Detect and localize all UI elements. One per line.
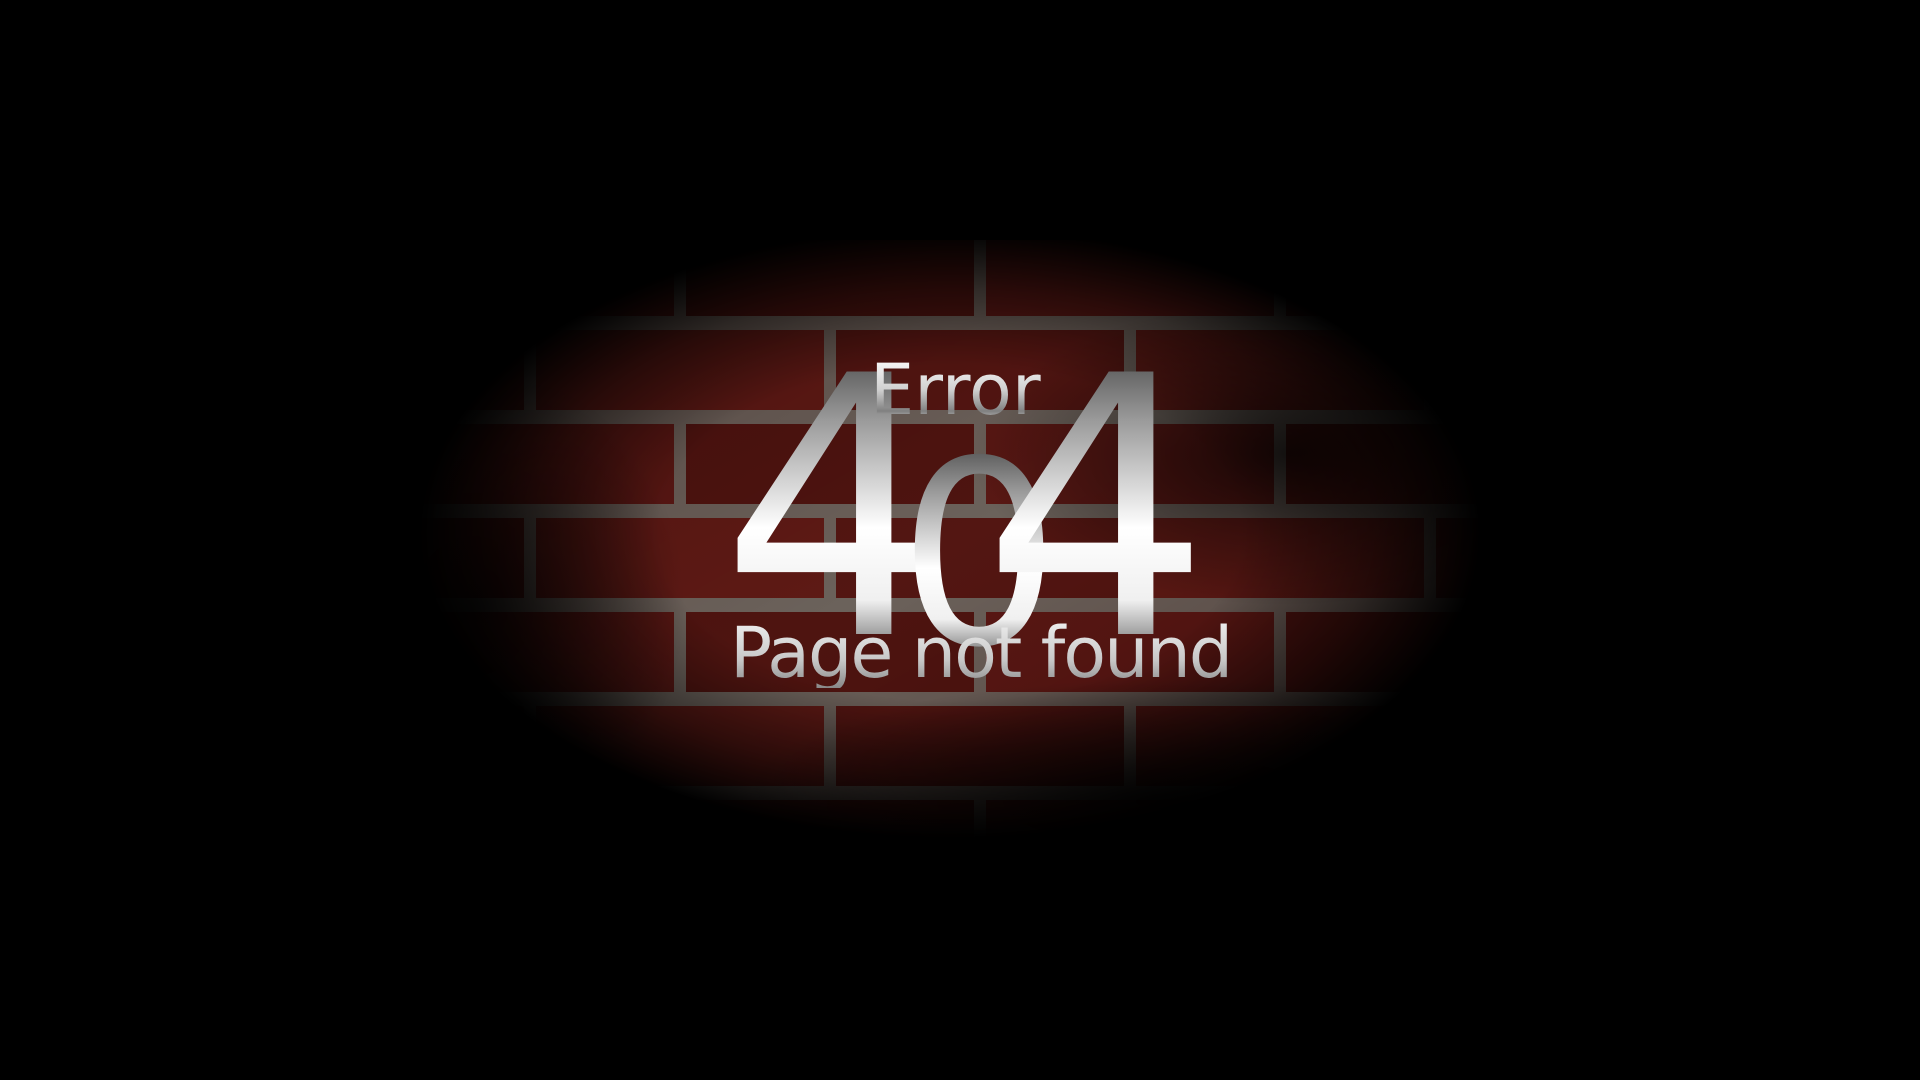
error-heading: Error: [870, 349, 1041, 431]
error-message: Page not found: [730, 612, 1233, 694]
